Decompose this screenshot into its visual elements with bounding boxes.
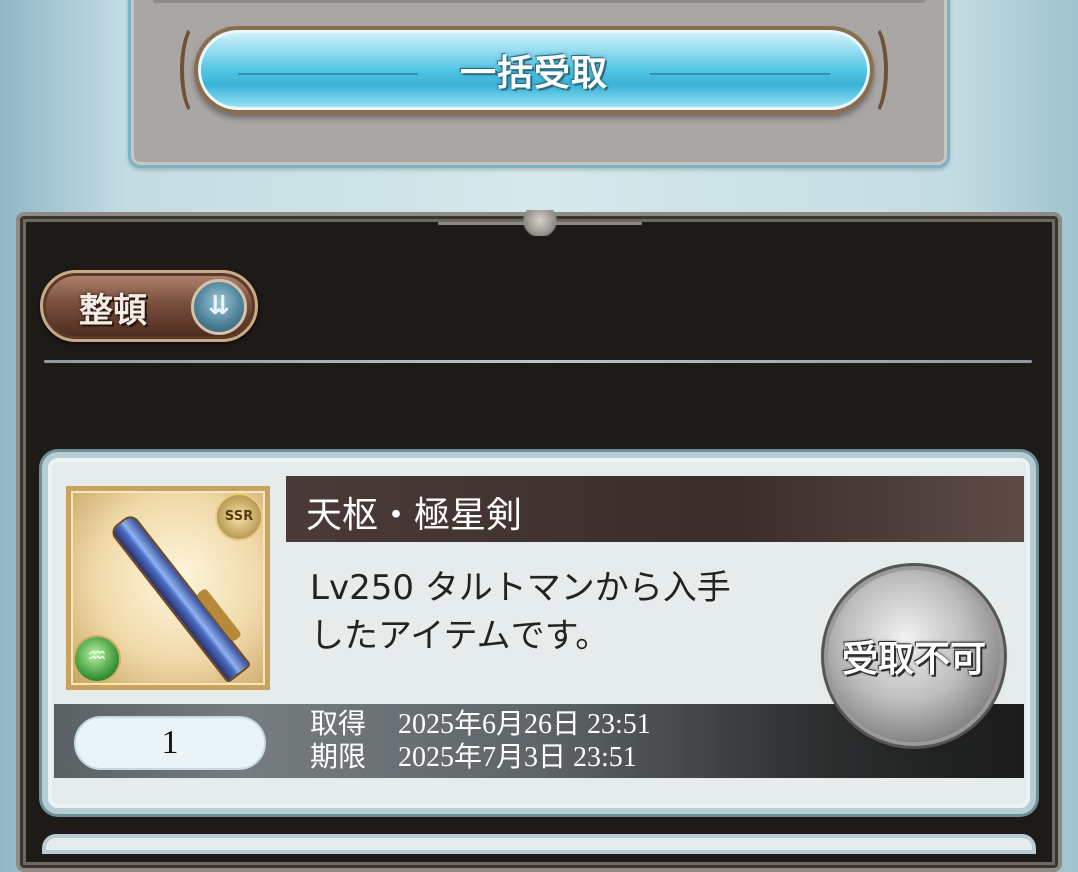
expiry-label: 期限 (310, 742, 367, 773)
button-decor-line (650, 73, 830, 75)
button-cap-left (180, 22, 214, 118)
toolbar-divider (44, 356, 1032, 366)
item-name-bar: 天枢・極星剣 (286, 476, 1024, 542)
item-description: Lv250 タルトマンから入手 したアイテムです。 (310, 568, 731, 656)
acquired-value: 2025年6月26日 23:51 (398, 709, 651, 740)
bulk-receive-label: 一括受取 (459, 53, 608, 94)
item-card: 天枢・極星剣 SSR ♒ Lv250 タルトマンから入手 したアイテムです。 1… (42, 452, 1036, 814)
expiry-value: 2025年7月3日 23:51 (398, 742, 637, 773)
sort-button[interactable]: 整頓 ⇊ (40, 270, 258, 342)
item-dates: 取得 2025年6月26日 23:51 期限 2025年7月3日 23:51 (310, 708, 651, 774)
sort-label: 整頓 (79, 291, 147, 331)
panel-rim (153, 0, 925, 3)
wind-element-icon: ♒ (73, 635, 121, 683)
next-item-card-edge (42, 834, 1036, 854)
rarity-badge: SSR (215, 493, 263, 541)
double-chevron-down-icon: ⇊ (191, 279, 247, 335)
status-label: 受取不可 (841, 639, 986, 680)
item-quantity: 1 (74, 716, 266, 770)
acquired-row: 取得 2025年6月26日 23:51 (310, 708, 651, 741)
button-cap-right (854, 22, 888, 118)
bulk-receive-button[interactable]: 一括受取 (180, 22, 888, 118)
expiry-row: 期限 2025年7月3日 23:51 (310, 741, 651, 774)
item-thumbnail[interactable]: SSR ♒ (66, 486, 270, 690)
item-name: 天枢・極星剣 (306, 495, 523, 536)
button-decor-line (238, 73, 418, 75)
frame-ornament (438, 210, 642, 236)
acquired-label: 取得 (310, 709, 367, 740)
receive-unavailable-button[interactable]: 受取不可 (828, 570, 1000, 742)
